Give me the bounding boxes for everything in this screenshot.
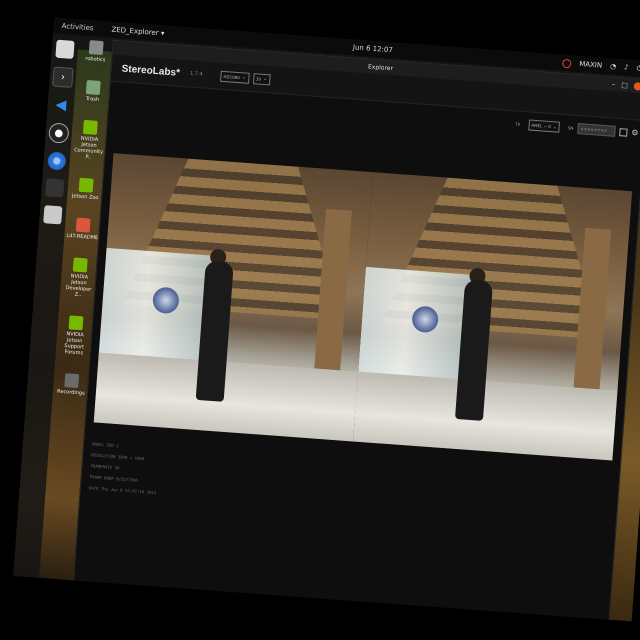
obs-icon[interactable]: ●: [48, 122, 70, 144]
maximize-button[interactable]: □: [621, 81, 628, 89]
folder-icon: [64, 373, 80, 389]
desktop-icon-trash[interactable]: Trash: [76, 79, 110, 103]
folder-icon: [88, 40, 104, 56]
camera-select[interactable]: AMEL ~ 0 ⌄: [527, 119, 561, 133]
power-icon: ⏻: [636, 63, 640, 73]
desktop-icon-label: NVIDIA Jetson Developer Z..: [65, 273, 92, 299]
app-icon[interactable]: [45, 178, 65, 198]
explorer-window: Explorer – □ StereoLabs* 1.7.4 HD1080 ⌄ …: [72, 39, 640, 622]
window-mode-icon[interactable]: [618, 127, 628, 137]
chromium-icon[interactable]: [47, 151, 67, 171]
version-label: 1.7.4: [189, 70, 203, 78]
desktop-icon-nvidia-developer[interactable]: NVIDIA Jetson Developer Z..: [62, 257, 97, 299]
desktop-icon-label: NVIDIA Jetson Support Forums: [64, 331, 85, 357]
stereo-video-view[interactable]: [93, 153, 633, 461]
window-controls: – □: [611, 80, 640, 91]
desktop-icon-robotics[interactable]: robotics: [79, 39, 113, 63]
app-menu[interactable]: ZED_Explorer ▾: [111, 26, 164, 38]
resolution-select-value: HD1080: [223, 73, 240, 80]
record-indicator-icon: [561, 58, 572, 68]
brand-logo: StereoLabs*: [121, 63, 181, 79]
desktop-icon-nvidia-community[interactable]: NVIDIA Jetson Community P..: [72, 119, 107, 161]
clock[interactable]: Jun 6 12:07: [353, 43, 393, 54]
stage: Activities ZED_Explorer ▾ Jun 6 12:07 MA…: [0, 0, 640, 640]
desktop-screen: Activities ZED_Explorer ▾ Jun 6 12:07 MA…: [13, 17, 640, 622]
activities-button[interactable]: Activities: [61, 22, 93, 32]
desktop-icon-label: NVIDIA Jetson Community P..: [73, 135, 104, 161]
system-tray[interactable]: MAXIN ◔ ♪ ⏻: [561, 58, 640, 73]
secondary-toolbar: TX AMEL ~ 0 ⌄ SN ######## ⚙: [515, 118, 639, 138]
network-icon: ◔: [609, 62, 617, 71]
chevron-down-icon: ⌄: [262, 75, 268, 83]
left-camera-frame: [93, 153, 373, 442]
desktop-icon-label: robotics: [85, 55, 106, 64]
desktop-icon-label: L4T-README: [66, 232, 99, 242]
right-camera-frame: [353, 172, 633, 461]
volume-icon: ♪: [623, 63, 629, 72]
user-menu[interactable]: MAXIN: [579, 60, 602, 70]
serial-field[interactable]: ########: [576, 123, 616, 137]
gear-icon[interactable]: ⚙: [631, 128, 639, 138]
chevron-down-icon: ⌄: [241, 74, 247, 81]
trash-icon: [85, 79, 101, 95]
minimize-button[interactable]: –: [611, 80, 615, 88]
column: [572, 227, 612, 410]
close-button[interactable]: [633, 82, 640, 91]
sn-label: SN: [567, 125, 574, 131]
desktop-icon-nvidia-forums[interactable]: NVIDIA Jetson Support Forums: [58, 315, 93, 357]
nvidia-icon: [72, 257, 88, 273]
desktop-icon-l4t-readme[interactable]: L4T-README: [66, 217, 100, 241]
files-icon[interactable]: [55, 39, 75, 59]
vscode-icon[interactable]: ◀: [51, 96, 70, 115]
nvidia-icon: [82, 119, 98, 135]
terminal-icon[interactable]: ›: [52, 66, 74, 88]
tx-label: TX: [515, 121, 521, 127]
column: [312, 208, 352, 391]
fps-select-value: 30: [255, 75, 262, 82]
desktop-icon-label: Trash: [85, 95, 100, 103]
desktop-icon-jetson-zoo[interactable]: Jetson Zoo: [69, 177, 103, 201]
storage-icon[interactable]: [43, 205, 63, 225]
window-title: Explorer: [367, 63, 394, 72]
drive-icon: [75, 217, 91, 233]
nvidia-icon: [78, 177, 94, 193]
chevron-down-icon: ⌄: [552, 123, 558, 131]
fps-select[interactable]: 30 ⌄: [252, 72, 271, 85]
desktop-icon-label: Jetson Zoo: [71, 193, 99, 202]
resolution-select[interactable]: HD1080 ⌄: [220, 70, 250, 84]
camera-info-panel: MODEL ZED 2 RESOLUTION 3840 x 1080 FRAME…: [89, 438, 160, 498]
nvidia-icon: [68, 315, 84, 331]
desktop-icon-recordings[interactable]: Recordings: [55, 373, 89, 397]
camera-select-value: AMEL ~ 0: [531, 122, 551, 130]
